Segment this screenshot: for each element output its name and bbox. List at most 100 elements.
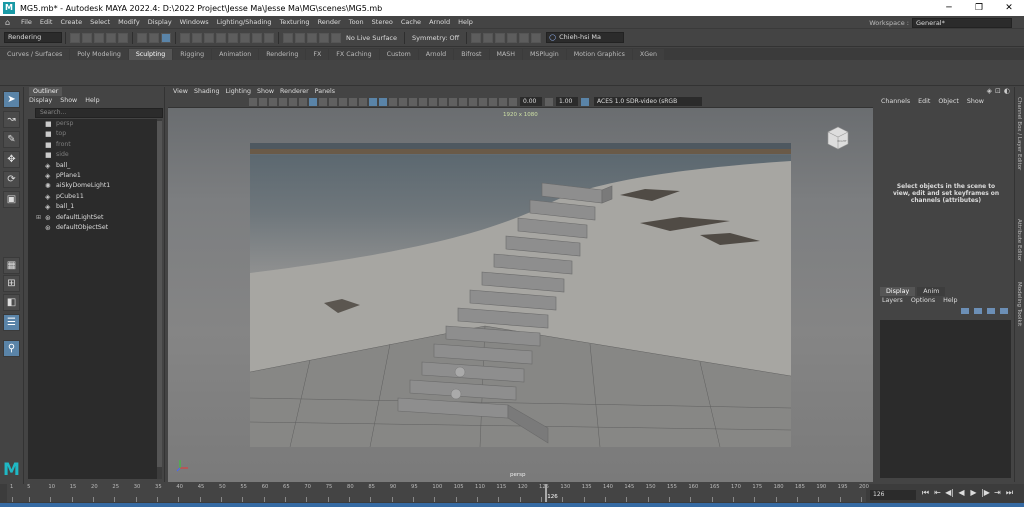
mask-misc-icon[interactable] — [264, 32, 274, 43]
camera-attributes-icon[interactable] — [259, 97, 267, 106]
depth-of-field-icon[interactable] — [459, 97, 467, 106]
default-material-icon[interactable] — [379, 97, 387, 106]
xray-icon[interactable] — [479, 97, 487, 106]
safe-title-icon[interactable] — [349, 97, 357, 106]
outliner-menu-help[interactable]: Help — [85, 97, 99, 104]
menu-lighting-shading[interactable]: Lighting/Shading — [217, 18, 272, 26]
outliner-item[interactable]: ◈ pPlane1 — [28, 171, 159, 181]
toolkit-icon[interactable]: ◐ — [1004, 87, 1010, 95]
minimize-button[interactable]: ─ — [934, 0, 964, 16]
lasso-tool-icon[interactable]: ↝ — [3, 111, 20, 128]
smooth-shade-icon[interactable] — [369, 97, 377, 106]
view-transform-dropdown[interactable]: ACES 1.0 SDR-video (sRGB — [594, 97, 702, 106]
menu-cache[interactable]: Cache — [401, 18, 421, 26]
viewport-menu-view[interactable]: View — [173, 87, 188, 96]
side-tab-channel-box-layer-editor[interactable]: Channel Box / Layer Editor — [1016, 97, 1022, 170]
snap-view-plane-icon[interactable] — [319, 32, 329, 43]
exposure-field[interactable]: 0.00 — [520, 97, 542, 106]
channel-menu-object[interactable]: Object — [938, 98, 959, 105]
user-account-dropdown[interactable]: Chieh-hsi Ma — [546, 32, 625, 43]
outliner-item[interactable]: ■ front — [28, 140, 159, 150]
step-back-key-icon[interactable]: ⇤ — [933, 488, 942, 498]
outliner-item[interactable]: ◈ ball_ — [28, 161, 159, 171]
outliner-tab[interactable]: Outliner — [29, 87, 63, 96]
grid-icon[interactable] — [289, 97, 297, 106]
select-component-icon[interactable] — [161, 32, 171, 43]
play-forwards-icon[interactable]: ▶ — [969, 488, 978, 498]
shelf-tab-msplugin[interactable]: MSPlugin — [523, 49, 566, 60]
play-backwards-icon[interactable]: ◀ — [957, 488, 966, 498]
move-tool-icon[interactable]: ✥ — [3, 151, 20, 168]
select-camera-icon[interactable] — [249, 97, 257, 106]
wireframe-icon[interactable] — [359, 97, 367, 106]
shelf-tab-rendering[interactable]: Rendering — [259, 49, 306, 60]
side-tab-attribute-editor[interactable]: Attribute Editor — [1016, 219, 1022, 261]
mask-surfaces-icon[interactable] — [216, 32, 226, 43]
bookmarks-icon[interactable] — [269, 97, 277, 106]
snap-point-icon[interactable] — [307, 32, 317, 43]
film-gate-icon[interactable] — [299, 97, 307, 106]
mask-curves-icon[interactable] — [204, 32, 214, 43]
construction-history-icon[interactable] — [471, 32, 482, 43]
close-button[interactable]: ✕ — [994, 0, 1024, 16]
maximize-button[interactable]: ❐ — [964, 0, 994, 16]
shelf-tab-motion-graphics[interactable]: Motion Graphics — [566, 49, 632, 60]
search-tool-icon[interactable]: ⚲ — [3, 340, 20, 357]
color-management-icon[interactable] — [581, 97, 589, 106]
layer-menu-options[interactable]: Options — [911, 297, 935, 304]
viewport-menu-renderer[interactable]: Renderer — [280, 87, 309, 96]
outliner-item[interactable]: ◈ ball_1 — [28, 202, 159, 212]
open-scene-icon[interactable] — [82, 32, 92, 43]
backface-culling-icon[interactable] — [499, 97, 507, 106]
anti-aliasing-icon[interactable] — [449, 97, 457, 106]
resolution-gate-icon[interactable] — [309, 97, 317, 106]
viewport-menu-show[interactable]: Show — [257, 87, 274, 96]
step-forward-frame-icon[interactable]: |▶ — [981, 488, 990, 498]
single-perspective-icon[interactable]: ▦ — [3, 257, 20, 274]
outliner-menu-show[interactable]: Show — [60, 97, 77, 104]
outliner-item[interactable]: ■ side — [28, 150, 159, 160]
outliner-menu-display[interactable]: Display — [29, 97, 52, 104]
outliner-search-input[interactable]: Search... — [35, 108, 163, 118]
menu-help[interactable]: Help — [458, 18, 473, 26]
menu-arnold[interactable]: Arnold — [429, 18, 450, 26]
live-surface-label[interactable]: No Live Surface — [346, 34, 397, 42]
shelf-tab-fx-caching[interactable]: FX Caching — [329, 49, 379, 60]
viewport-menu-shading[interactable]: Shading — [194, 87, 220, 96]
exposure-icon[interactable] — [509, 97, 517, 106]
symmetry-dropdown[interactable]: Symmetry: Off — [412, 34, 459, 42]
select-hierarchy-icon[interactable] — [137, 32, 147, 43]
menu-edit[interactable]: Edit — [40, 18, 53, 26]
layer-down-icon[interactable] — [1000, 308, 1008, 314]
outliner-item[interactable]: ◈ pCube11 — [28, 192, 159, 202]
step-forward-key-icon[interactable]: ⇥ — [993, 488, 1002, 498]
channel-menu-show[interactable]: Show — [967, 98, 984, 105]
layer-tab-anim[interactable]: Anim — [917, 287, 946, 296]
go-to-end-icon[interactable]: ⏭ — [1005, 488, 1014, 498]
current-frame-field[interactable]: 126 — [870, 490, 916, 500]
menu-file[interactable]: File — [21, 18, 32, 26]
undo-icon[interactable] — [106, 32, 116, 43]
ipr-render-icon[interactable] — [495, 32, 506, 43]
new-scene-icon[interactable] — [70, 32, 80, 43]
redo-icon[interactable] — [118, 32, 128, 43]
menu-texturing[interactable]: Texturing — [280, 18, 310, 26]
layer-from-selected-icon[interactable] — [974, 308, 982, 314]
attribute-icon[interactable]: ⊡ — [995, 87, 1001, 95]
mask-handles-icon[interactable] — [180, 32, 190, 43]
isolate-select-icon[interactable] — [469, 97, 477, 106]
viewport-scene[interactable]: 1920 x 1080 RIGHT persp — [168, 108, 873, 482]
home-icon[interactable]: ⌂ — [5, 18, 17, 27]
render-settings-icon[interactable] — [507, 32, 518, 43]
new-layer-icon[interactable] — [961, 308, 969, 314]
channel-menu-edit[interactable]: Edit — [918, 98, 930, 105]
outliner-layout-icon[interactable]: ☰ — [3, 314, 20, 331]
render-frame-icon[interactable] — [483, 32, 494, 43]
gate-mask-icon[interactable] — [319, 97, 327, 106]
range-slider[interactable] — [0, 503, 1024, 507]
menu-modify[interactable]: Modify — [118, 18, 140, 26]
menu-set-dropdown[interactable]: Rendering — [4, 32, 62, 43]
layer-menu-help[interactable]: Help — [943, 297, 957, 304]
expand-icon[interactable]: ⊞ — [36, 213, 41, 223]
layer-tab-display[interactable]: Display — [880, 287, 916, 296]
